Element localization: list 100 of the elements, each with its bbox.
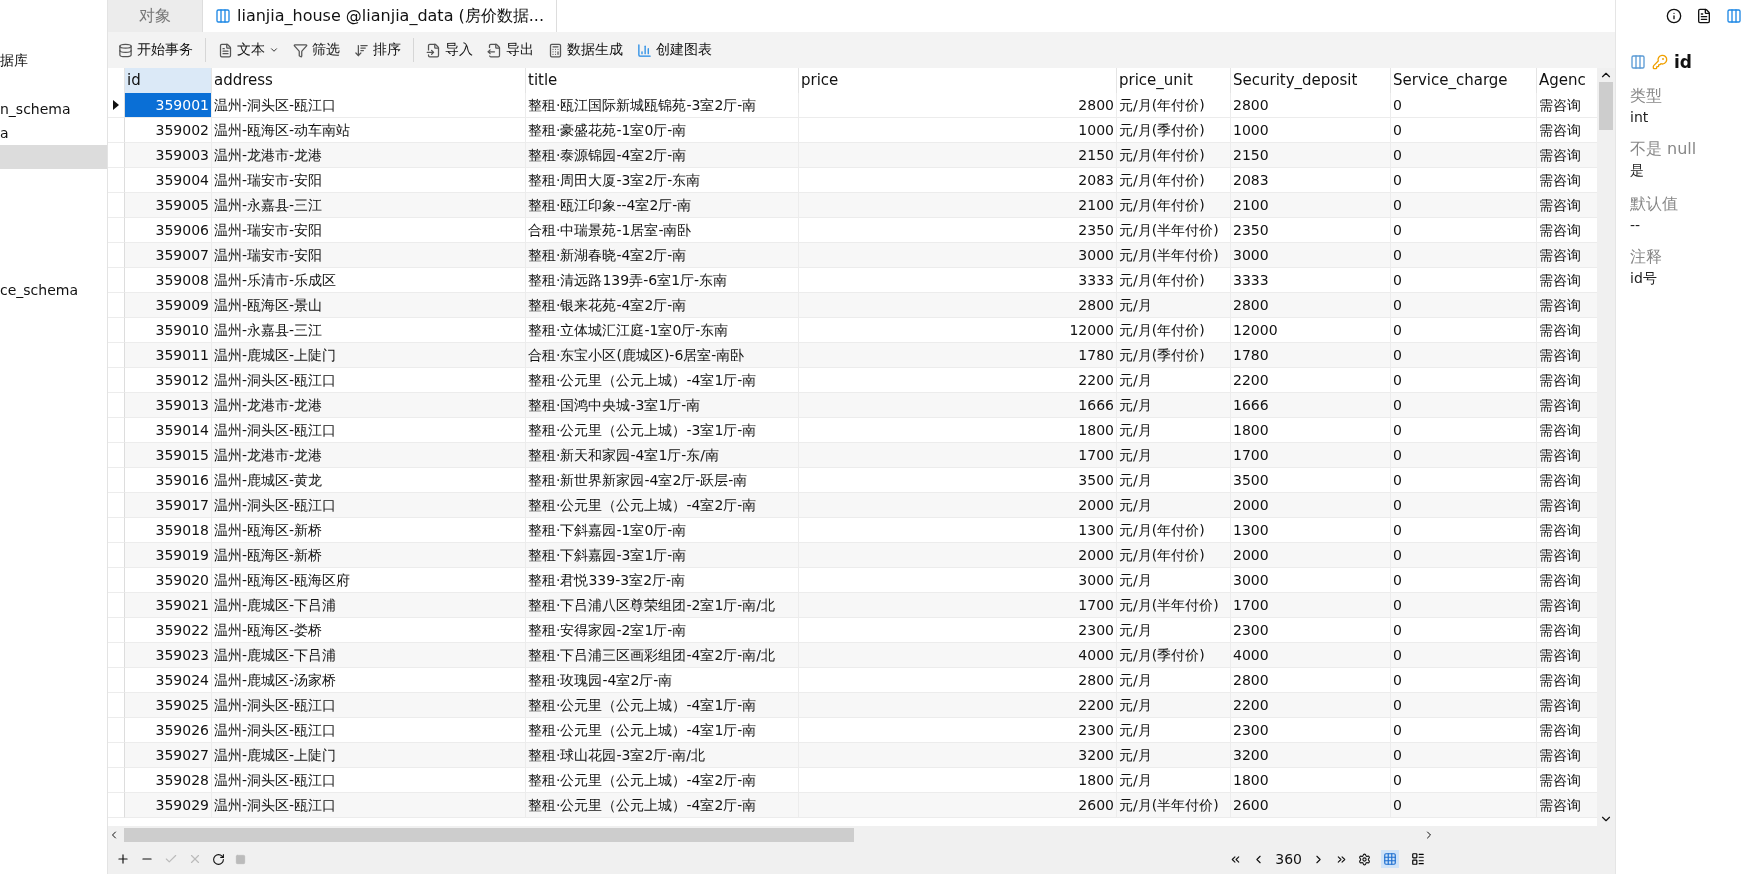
table-cell: 359001 xyxy=(125,93,212,118)
table-cell: 元/月 xyxy=(1117,618,1231,643)
table-cell: 温州-鹿城区-下吕浦 xyxy=(212,643,526,668)
tab[interactable]: 对象 xyxy=(108,0,203,32)
table-cell: 2800 xyxy=(1231,293,1391,318)
table-cell: 需咨询 xyxy=(1537,93,1597,118)
scrollbar-thumb[interactable] xyxy=(124,828,854,842)
table-cell: 0 xyxy=(1391,318,1537,343)
toolbar-button[interactable]: 开始事务 xyxy=(116,39,195,61)
table-cell: 整租·公元里（公元上城）-4室1厅-南 xyxy=(526,368,799,393)
table-cell: 温州-洞头区-瓯江口 xyxy=(212,368,526,393)
check-icon[interactable] xyxy=(164,852,178,866)
property-label: 注释 xyxy=(1630,247,1663,268)
table-cell: 元/月 xyxy=(1117,393,1231,418)
table-cell: 4000 xyxy=(799,643,1117,668)
table-cell: 需咨询 xyxy=(1537,543,1597,568)
column-header[interactable]: price xyxy=(799,68,1117,96)
toolbar-button[interactable]: 数据生成 xyxy=(546,39,625,61)
document-icon[interactable] xyxy=(1696,8,1712,24)
toolbar-button[interactable]: 导入 xyxy=(424,39,475,61)
table-cell: 温州-瑞安市-安阳 xyxy=(212,218,526,243)
table-cell: 2083 xyxy=(1231,168,1391,193)
table-cell: 温州-乐清市-乐成区 xyxy=(212,268,526,293)
table-cell: 需咨询 xyxy=(1537,643,1597,668)
table-cell: 2200 xyxy=(1231,368,1391,393)
table-cell: 1700 xyxy=(1231,593,1391,618)
sidebar-item[interactable] xyxy=(0,145,107,169)
table-cell: 元/月(季付价) xyxy=(1117,643,1231,668)
sidebar-item[interactable]: n_schema xyxy=(0,97,107,121)
refresh-icon[interactable] xyxy=(212,852,225,866)
key-icon xyxy=(1652,54,1668,70)
table-cell: 需咨询 xyxy=(1537,243,1597,268)
scrollbar-thumb[interactable] xyxy=(1599,82,1613,130)
table-cell: 需咨询 xyxy=(1537,143,1597,168)
table-icon[interactable] xyxy=(1726,8,1742,24)
column-header[interactable]: address xyxy=(212,68,526,96)
table-cell: 需咨询 xyxy=(1537,793,1597,818)
table-cell: 1666 xyxy=(799,393,1117,418)
table-cell: 元/月 xyxy=(1117,468,1231,493)
grid-view-button[interactable] xyxy=(1381,850,1399,868)
table-cell: 359027 xyxy=(125,743,212,768)
add-icon[interactable] xyxy=(116,852,130,866)
column-header[interactable]: id xyxy=(125,68,212,96)
stop-icon[interactable] xyxy=(235,853,246,865)
table-cell: 359025 xyxy=(125,693,212,718)
table-cell: 359003 xyxy=(125,143,212,168)
table-cell: 需咨询 xyxy=(1537,443,1597,468)
table-cell: 2300 xyxy=(799,718,1117,743)
toolbar-button[interactable]: 筛选 xyxy=(291,39,342,61)
sidebar-item[interactable]: 据库 xyxy=(0,48,107,72)
table-cell: 整租·玫瑰园-4室2厅-南 xyxy=(526,668,799,693)
table-cell: 4000 xyxy=(1231,643,1391,668)
table-cell: 359012 xyxy=(125,368,212,393)
table-cell: 359021 xyxy=(125,593,212,618)
table-cell: 温州-洞头区-瓯江口 xyxy=(212,418,526,443)
toolbar-button[interactable]: 排序 xyxy=(352,39,403,61)
table-cell: 359002 xyxy=(125,118,212,143)
table-cell: 温州-瑞安市-安阳 xyxy=(212,243,526,268)
table-cell: 359010 xyxy=(125,318,212,343)
table-cell: 整租·清远路139弄-6室1厅-东南 xyxy=(526,268,799,293)
column-header[interactable]: Service_charge xyxy=(1391,68,1537,96)
table-cell: 3500 xyxy=(1231,468,1391,493)
table-cell: 359006 xyxy=(125,218,212,243)
close-icon[interactable] xyxy=(188,852,202,866)
sidebar-item[interactable]: ce_schema xyxy=(0,278,107,302)
table-cell: 元/月 xyxy=(1117,493,1231,518)
column-header[interactable]: price_unit xyxy=(1117,68,1231,96)
table-cell: 12000 xyxy=(1231,318,1391,343)
toolbar-button[interactable]: 导出 xyxy=(485,39,536,61)
sidebar-item[interactable]: a xyxy=(0,121,107,145)
settings-icon[interactable] xyxy=(1358,852,1371,866)
table-cell: 温州-洞头区-瓯江口 xyxy=(212,718,526,743)
table-cell: 元/月 xyxy=(1117,693,1231,718)
table-cell: 2600 xyxy=(1231,793,1391,818)
form-view-button[interactable] xyxy=(1409,850,1427,868)
table-cell: 元/月 xyxy=(1117,368,1231,393)
table-cell: 整租·新湖春晓-4室2厅-南 xyxy=(526,243,799,268)
table-cell: 3000 xyxy=(799,568,1117,593)
table-cell: 整租·豪盛花苑-1室0厅-南 xyxy=(526,118,799,143)
toolbar-button[interactable]: 创建图表 xyxy=(635,39,714,61)
table-cell: 温州-洞头区-瓯江口 xyxy=(212,93,526,118)
table-cell: 2300 xyxy=(799,618,1117,643)
caret-icon xyxy=(269,45,279,55)
table-cell: 温州-鹿城区-上陡门 xyxy=(212,343,526,368)
table-cell: 2200 xyxy=(1231,693,1391,718)
table-cell: 2200 xyxy=(799,693,1117,718)
table-cell: 温州-瓯海区-景山 xyxy=(212,293,526,318)
toolbar-button[interactable]: 文本 xyxy=(216,39,281,61)
table-cell: 2800 xyxy=(799,93,1117,118)
table-cell: 0 xyxy=(1391,593,1537,618)
table-cell: 温州-洞头区-瓯江口 xyxy=(212,768,526,793)
table-cell: 合租·中瑞景苑-1居室-南卧 xyxy=(526,218,799,243)
table-cell: 2350 xyxy=(1231,218,1391,243)
table-cell: 359024 xyxy=(125,668,212,693)
table-cell: 1000 xyxy=(799,118,1117,143)
row-header[interactable] xyxy=(108,93,125,118)
column-header[interactable]: title xyxy=(526,68,799,96)
table-cell: 元/月(年付价) xyxy=(1117,268,1231,293)
info-icon[interactable] xyxy=(1666,8,1682,24)
column-header[interactable]: Security_deposit xyxy=(1231,68,1391,96)
